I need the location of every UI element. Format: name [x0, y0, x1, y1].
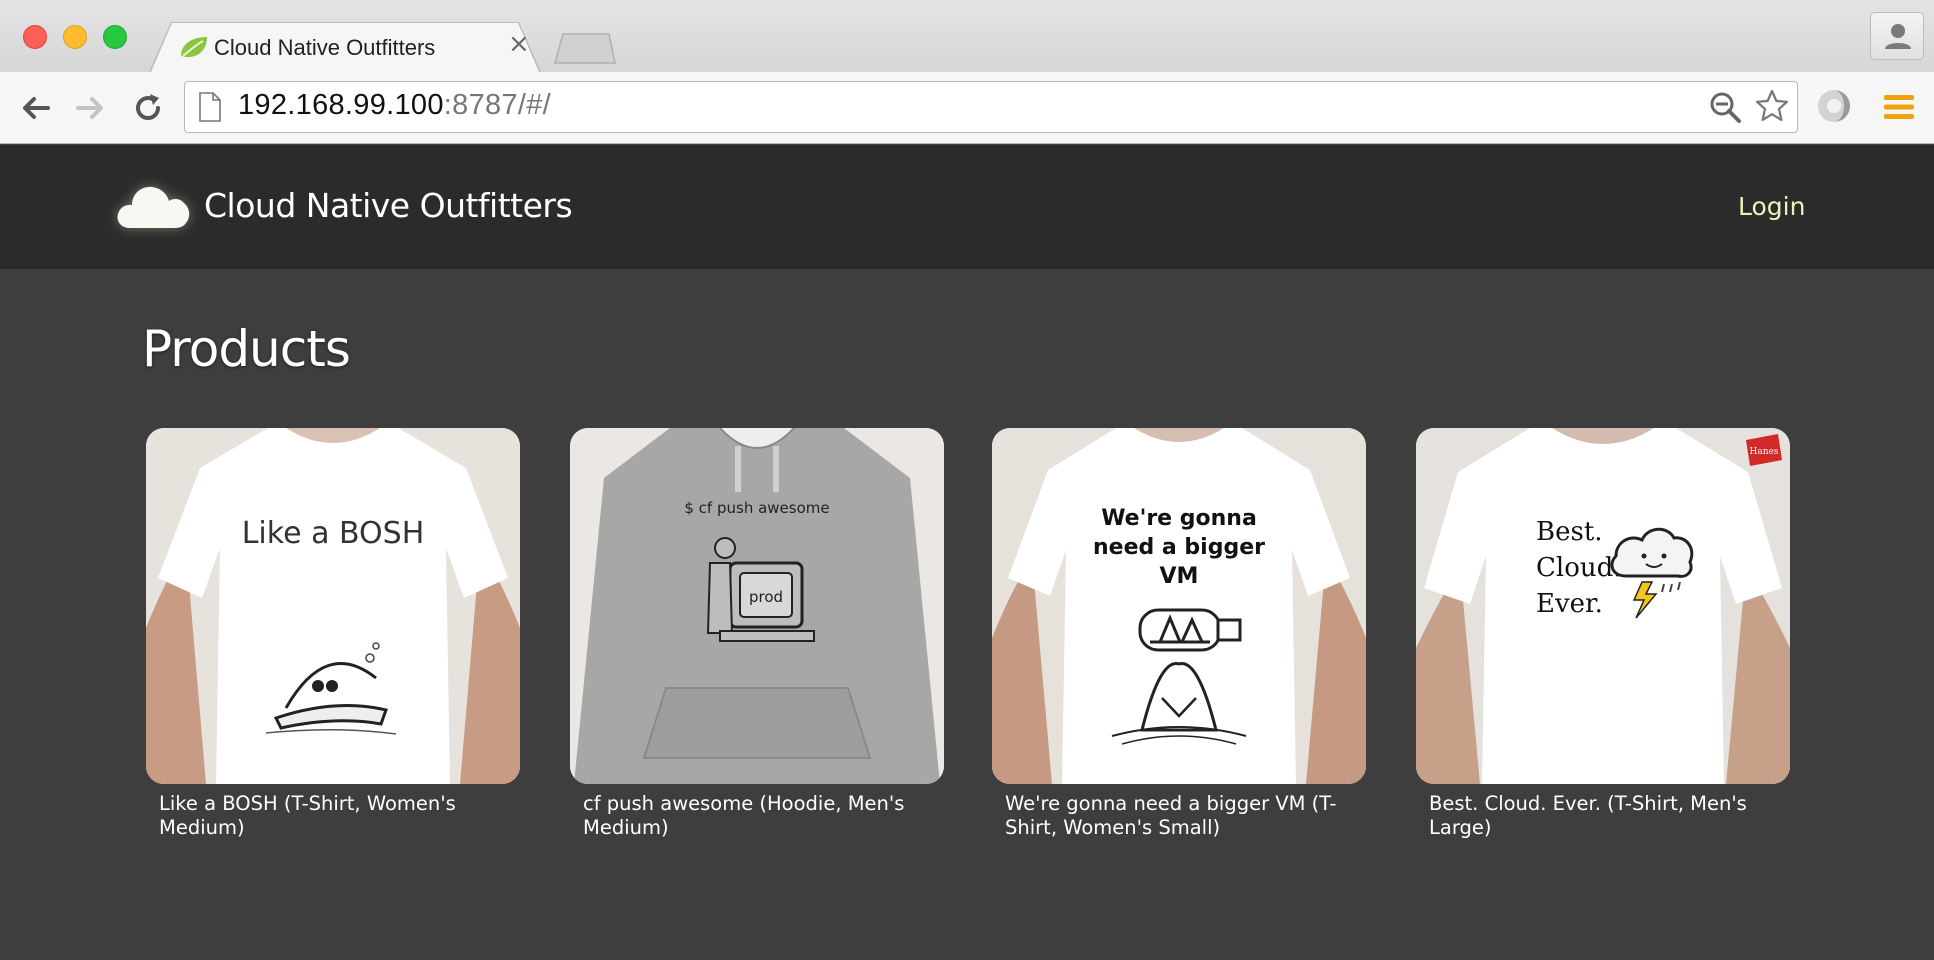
print-text-1: Like a BOSH — [242, 516, 425, 551]
new-tab-button[interactable] — [553, 32, 617, 64]
close-window-button[interactable] — [23, 25, 47, 49]
zoom-icon[interactable] — [1708, 90, 1742, 124]
print-text-3: VM — [1160, 564, 1199, 589]
product-image[interactable]: $ cf push awesome prod — [570, 428, 944, 784]
profile-button[interactable] — [1870, 12, 1924, 60]
product-card[interactable]: Like a BOSH Like a BOSH (T-Shirt, Women'… — [146, 428, 520, 840]
print-text-1: Best. — [1536, 517, 1603, 547]
t-shirt-image: Hanes Best. Cloud. Ever. — [1416, 428, 1790, 784]
product-label[interactable]: Like a BOSH (T-Shirt, Women's Medium) — [146, 792, 520, 840]
print-text-2: Cloud. — [1536, 553, 1622, 583]
url-path: :8787/#/ — [443, 89, 552, 121]
hoodie-image: $ cf push awesome prod — [570, 428, 944, 784]
maximize-window-button[interactable] — [103, 25, 127, 49]
extension-icon[interactable] — [1814, 86, 1854, 126]
minimize-window-button[interactable] — [63, 25, 87, 49]
tab-title: Cloud Native Outfitters — [214, 35, 436, 60]
url-host: 192.168.99.100 — [238, 89, 444, 121]
product-card[interactable]: We're gonna need a bigger VM We're gonna… — [992, 428, 1366, 840]
page-title: Products — [142, 320, 351, 378]
bookmark-star-icon[interactable] — [1754, 88, 1790, 124]
t-shirt-image: Like a BOSH — [146, 428, 520, 784]
forward-arrow-icon[interactable] — [70, 88, 110, 128]
page-icon — [199, 92, 221, 122]
print-text-2: need a bigger — [1093, 535, 1265, 560]
print-text-1: We're gonna — [1101, 506, 1257, 531]
print-text-3: Ever. — [1536, 589, 1603, 619]
browser-tabstrip: Cloud Native Outfitters × — [0, 0, 1934, 72]
product-image[interactable]: We're gonna need a bigger VM — [992, 428, 1366, 784]
product-image[interactable]: Like a BOSH — [146, 428, 520, 784]
print-text-1: $ cf push awesome — [684, 499, 829, 517]
login-link[interactable]: Login — [1738, 192, 1805, 221]
reload-icon[interactable] — [128, 88, 168, 128]
tab-close-icon[interactable]: × — [508, 31, 530, 57]
menu-icon[interactable] — [1884, 93, 1914, 121]
product-card[interactable]: $ cf push awesome prod cf push awesome (… — [570, 428, 944, 840]
product-image[interactable]: Hanes Best. Cloud. Ever. — [1416, 428, 1790, 784]
cloud-logo-icon[interactable] — [116, 176, 192, 232]
product-card[interactable]: Hanes Best. Cloud. Ever. Best. Cloud. Ev… — [1416, 428, 1790, 840]
person-icon — [1885, 24, 1911, 49]
url-text[interactable]: 192.168.99.100:8787/#/ — [238, 89, 551, 122]
hanes-text: Hanes — [1750, 447, 1779, 457]
product-label[interactable]: cf push awesome (Hoodie, Men's Medium) — [570, 792, 944, 840]
product-label[interactable]: Best. Cloud. Ever. (T-Shirt, Men's Large… — [1416, 792, 1790, 840]
product-label[interactable]: We're gonna need a bigger VM (T-Shirt, W… — [992, 792, 1366, 840]
t-shirt-image: We're gonna need a bigger VM — [992, 428, 1366, 784]
back-arrow-icon[interactable] — [16, 88, 56, 128]
spring-leaf-icon — [181, 37, 207, 58]
brand-name[interactable]: Cloud Native Outfitters — [204, 186, 573, 225]
print-text-2: prod — [749, 588, 783, 606]
